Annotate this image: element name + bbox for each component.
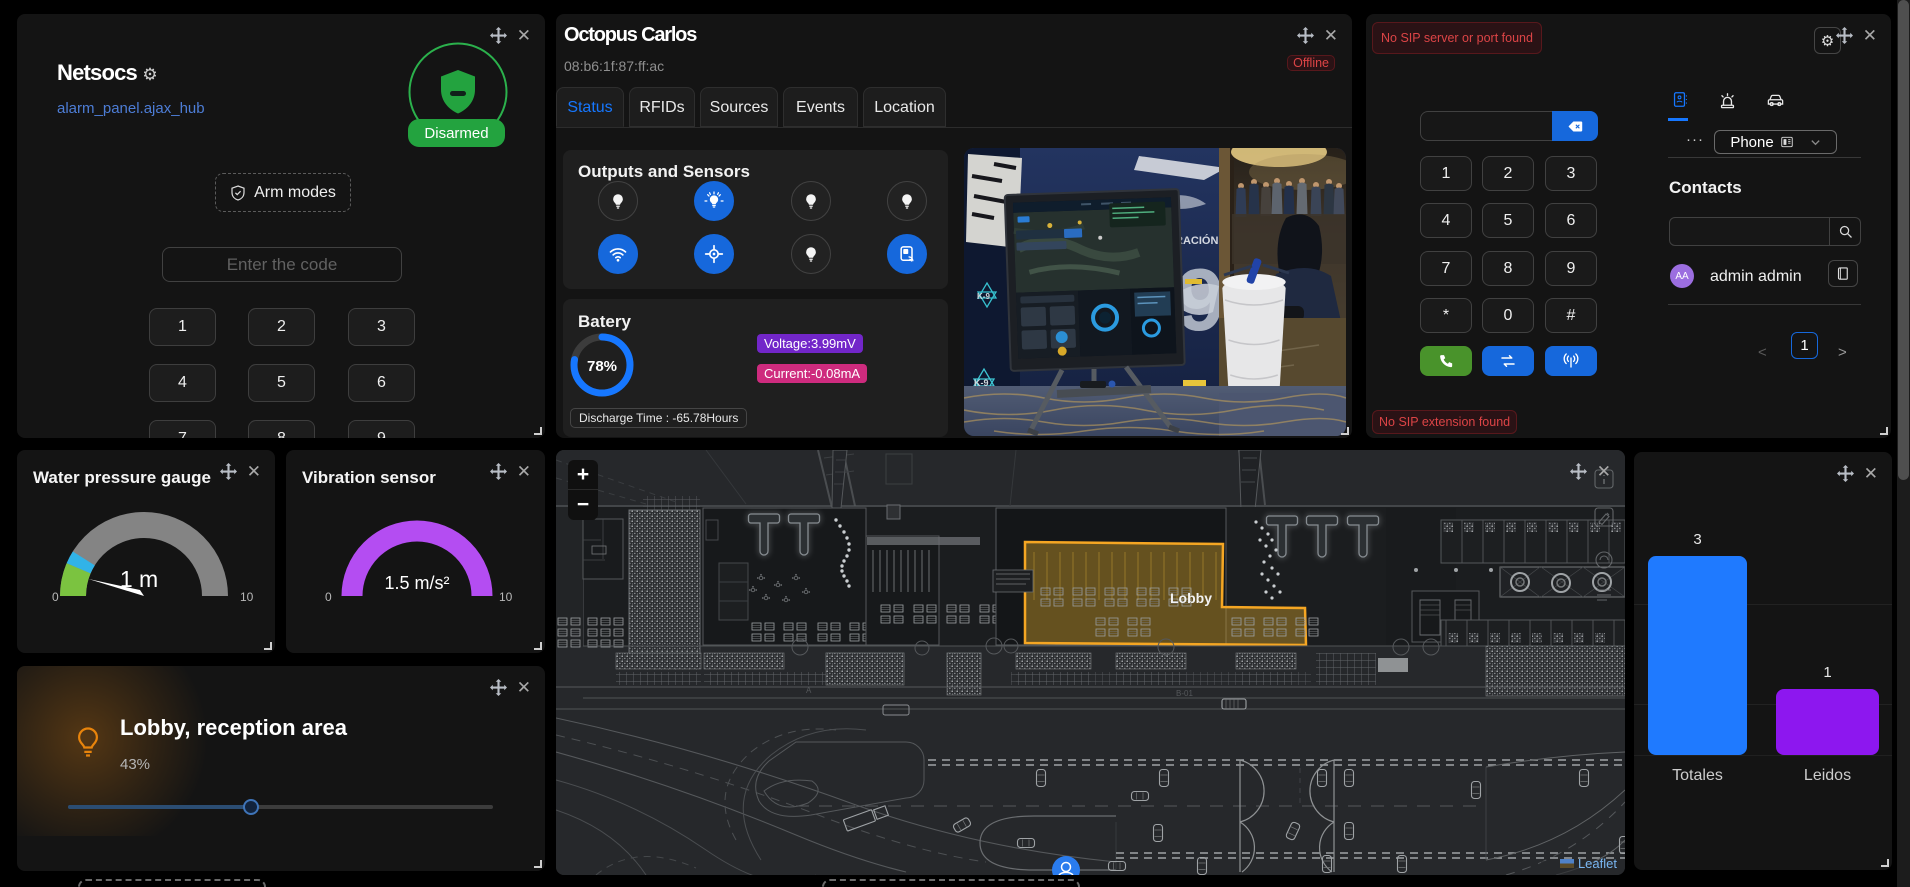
svg-text:0: 0 — [52, 590, 59, 601]
svg-text:10: 10 — [240, 590, 254, 601]
svg-text:1.5 m/s²: 1.5 m/s² — [384, 573, 449, 593]
svg-text:78%: 78% — [587, 358, 617, 375]
svg-text:10: 10 — [499, 590, 513, 601]
svg-text:1 m: 1 m — [120, 566, 158, 592]
svg-text:K-9: K-9 — [977, 292, 990, 301]
svg-text:B-01: B-01 — [1176, 689, 1193, 698]
svg-text:Lobby: Lobby — [1170, 590, 1212, 606]
svg-text:0: 0 — [325, 590, 332, 601]
